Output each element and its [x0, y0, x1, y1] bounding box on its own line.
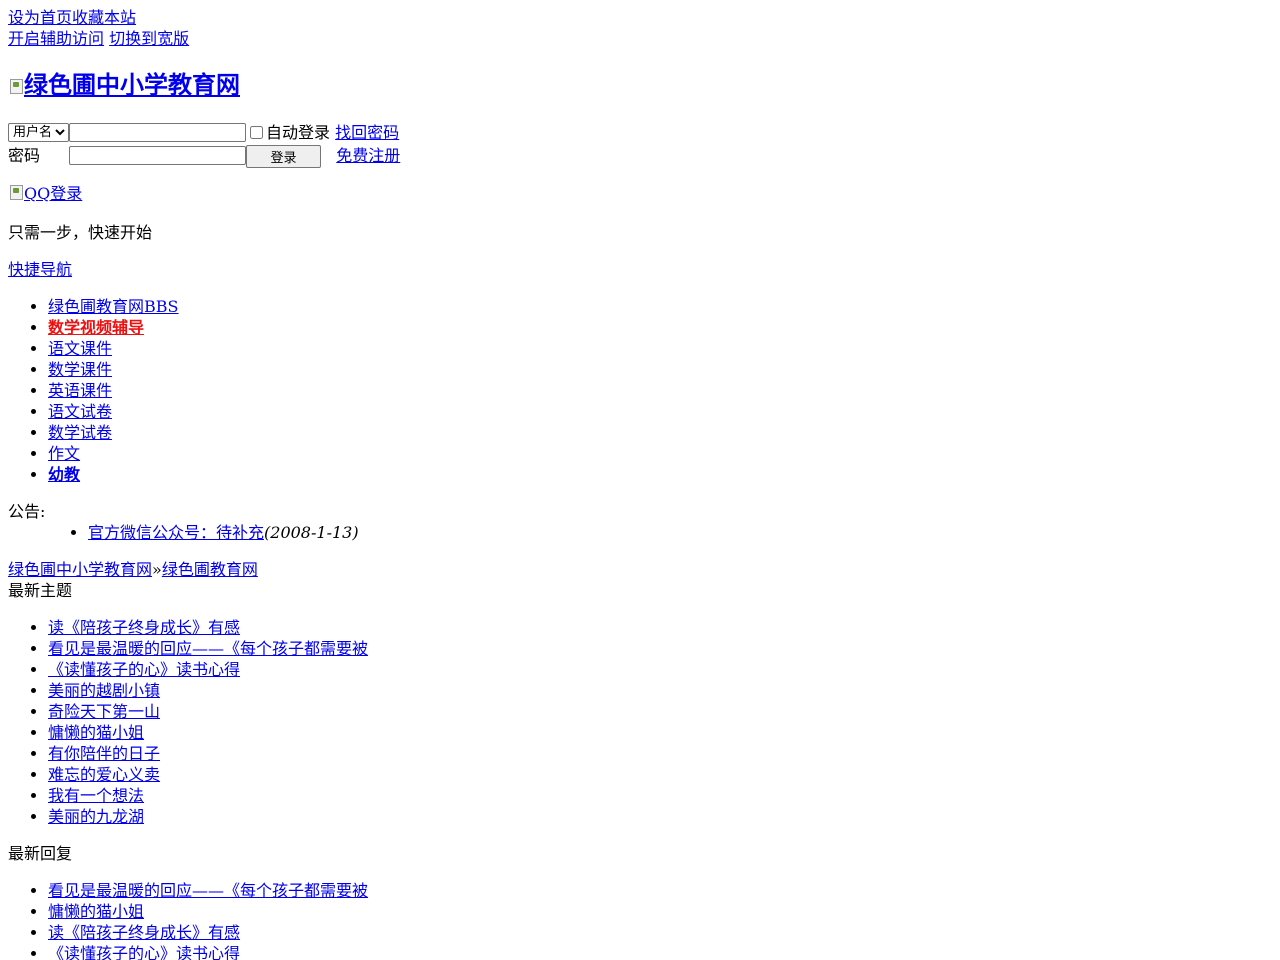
list-item: 慵懒的猫小姐 [48, 901, 368, 922]
notice-list: 官方微信公众号：待补充(2008-1-13) [48, 522, 359, 543]
list-item: 难忘的爱心义卖 [48, 764, 368, 785]
topic-link[interactable]: 有你陪伴的日子 [48, 744, 160, 763]
nav-item-composition: 作文 [48, 443, 178, 464]
list-item: 看见是最温暖的回应——《每个孩子都需要被 [48, 638, 368, 659]
latest-topics-list: 读《陪孩子终身成长》有感 看见是最温暖的回应——《每个孩子都需要被 《读懂孩子的… [8, 617, 368, 827]
logo-link[interactable]: 绿色圃中小学教育网 [8, 70, 240, 99]
topic-link[interactable]: 我有一个想法 [48, 786, 144, 805]
topic-link[interactable]: 难忘的爱心义卖 [48, 765, 160, 784]
latest-replies-list: 看见是最温暖的回应——《每个孩子都需要被 慵懒的猫小姐 读《陪孩子终身成长》有感… [8, 880, 368, 960]
list-item: 美丽的九龙湖 [48, 806, 368, 827]
topic-link[interactable]: 读《陪孩子终身成长》有感 [48, 618, 240, 637]
set-home-link[interactable]: 设为首页 [8, 8, 72, 27]
reply-link[interactable]: 看见是最温暖的回应——《每个孩子都需要被 [48, 881, 368, 900]
nav-item-math-video: 数学视频辅导 [48, 317, 178, 338]
qq-login: QQ登录 [8, 183, 82, 204]
nav-link-chinese-exam[interactable]: 语文试卷 [48, 402, 112, 421]
accessibility-link[interactable]: 开启辅助访问 [8, 29, 104, 48]
list-item: 有你陪伴的日子 [48, 743, 368, 764]
username-type-select[interactable]: 用户名 [8, 123, 69, 142]
list-item: 看见是最温暖的回应——《每个孩子都需要被 [48, 880, 368, 901]
register-link[interactable]: 免费注册 [336, 145, 400, 166]
login-form: 用户名 自动登录 找回密码 密码 登录 免费注册 [8, 121, 400, 168]
auto-login-label: 自动登录 [266, 123, 331, 142]
bookmark-link[interactable]: 收藏本站 [72, 8, 136, 27]
list-item: 读《陪孩子终身成长》有感 [48, 617, 368, 638]
wide-layout-link[interactable]: 切换到宽版 [109, 29, 189, 48]
nav-link-preschool[interactable]: 幼教 [48, 465, 80, 484]
list-item: 读《陪孩子终身成长》有感 [48, 922, 368, 943]
quick-nav: 快捷导航 [8, 259, 72, 280]
topic-link[interactable]: 奇险天下第一山 [48, 702, 160, 721]
login-button[interactable]: 登录 [246, 145, 321, 168]
site-logo: 绿色圃中小学教育网 [8, 69, 240, 101]
topic-link[interactable]: 《读懂孩子的心》读书心得 [48, 660, 240, 679]
nav-link-composition[interactable]: 作文 [48, 444, 80, 463]
login-row-password: 密码 登录 免费注册 [8, 144, 400, 168]
topic-link[interactable]: 慵懒的猫小姐 [48, 723, 144, 742]
list-item: 我有一个想法 [48, 785, 368, 806]
forgot-password-link[interactable]: 找回密码 [335, 122, 399, 143]
breadcrumb-home[interactable]: 绿色圃中小学教育网 [8, 560, 152, 579]
list-item: 《读懂孩子的心》读书心得 [48, 943, 368, 960]
latest-topics-heading: 最新主题 [8, 581, 73, 600]
topic-link[interactable]: 看见是最温暖的回应——《每个孩子都需要被 [48, 639, 368, 658]
nav-item-math-exam: 数学试卷 [48, 422, 178, 443]
username-input[interactable] [69, 123, 246, 142]
nav-link-math-exam[interactable]: 数学试卷 [48, 423, 112, 442]
top-links-row-1: 设为首页收藏本站 [8, 7, 136, 28]
login-row-username: 用户名 自动登录 找回密码 [8, 121, 400, 144]
nav-item-bbs: 绿色圃教育网BBS [48, 296, 178, 317]
nav-link-chinese-courseware[interactable]: 语文课件 [48, 339, 112, 358]
qq-login-alt-text: QQ登录 [24, 184, 83, 203]
list-item: 《读懂孩子的心》读书心得 [48, 659, 368, 680]
notice-item: 官方微信公众号：待补充(2008-1-13) [88, 522, 359, 543]
latest-replies-heading: 最新回复 [8, 844, 73, 863]
topic-link[interactable]: 美丽的越剧小镇 [48, 681, 160, 700]
notice-link[interactable]: 官方微信公众号：待补充 [88, 523, 264, 542]
nav-item-english-courseware: 英语课件 [48, 380, 178, 401]
auto-login-checkbox[interactable] [250, 126, 263, 139]
breadcrumb: 绿色圃中小学教育网»绿色圃教育网 [8, 559, 258, 580]
nav-link-bbs[interactable]: 绿色圃教育网BBS [48, 297, 178, 316]
topic-link[interactable]: 美丽的九龙湖 [48, 807, 144, 826]
qq-login-link[interactable]: QQ登录 [8, 184, 82, 203]
nav-item-chinese-courseware: 语文课件 [48, 338, 178, 359]
list-item: 奇险天下第一山 [48, 701, 368, 722]
logo-alt-text: 绿色圃中小学教育网 [24, 70, 240, 99]
list-item: 慵懒的猫小姐 [48, 722, 368, 743]
qq-broken-image-icon [8, 184, 24, 200]
notice-label: 公告: [8, 502, 46, 521]
reply-link[interactable]: 《读懂孩子的心》读书心得 [48, 944, 240, 960]
nav-item-preschool: 幼教 [48, 464, 178, 485]
password-label: 密码 [8, 146, 41, 165]
main-nav: 绿色圃教育网BBS 数学视频辅导 语文课件 数学课件 英语课件 语文试卷 数学试… [8, 296, 178, 485]
top-links-row-2: 开启辅助访问 切换到宽版 [8, 28, 189, 49]
list-item: 美丽的越剧小镇 [48, 680, 368, 701]
nav-link-english-courseware[interactable]: 英语课件 [48, 381, 112, 400]
quick-nav-link[interactable]: 快捷导航 [8, 260, 72, 279]
breadcrumb-current[interactable]: 绿色圃教育网 [162, 560, 258, 579]
nav-item-chinese-exam: 语文试卷 [48, 401, 178, 422]
nav-link-math-video[interactable]: 数学视频辅导 [48, 318, 144, 337]
notice-date: (2008-1-13) [264, 523, 359, 542]
breadcrumb-separator: » [152, 560, 162, 579]
broken-image-icon [8, 78, 24, 94]
reply-link[interactable]: 慵懒的猫小姐 [48, 902, 144, 921]
one-step-text: 只需一步，快速开始 [8, 223, 153, 242]
reply-link[interactable]: 读《陪孩子终身成长》有感 [48, 923, 240, 942]
nav-item-math-courseware: 数学课件 [48, 359, 178, 380]
password-input[interactable] [69, 146, 246, 165]
nav-link-math-courseware[interactable]: 数学课件 [48, 360, 112, 379]
